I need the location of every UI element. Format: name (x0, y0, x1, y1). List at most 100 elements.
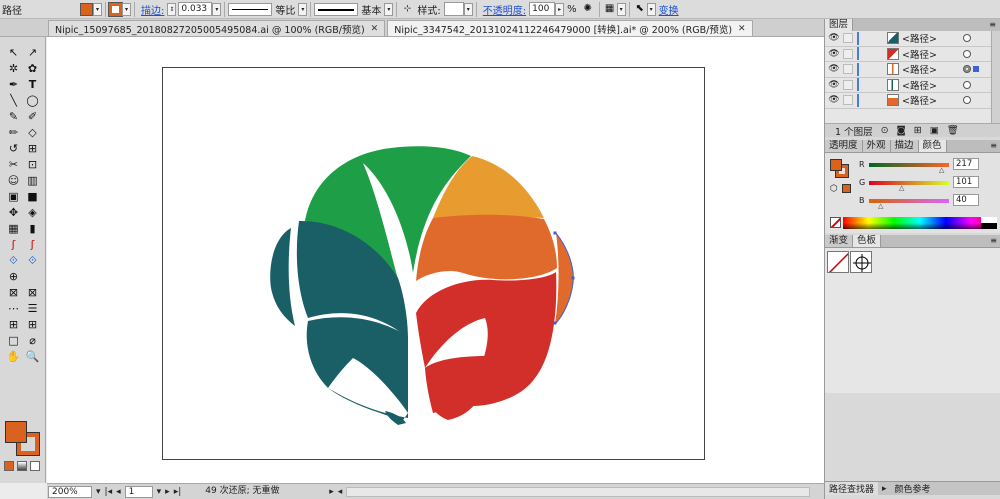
close-icon[interactable]: ✕ (371, 24, 379, 34)
last-artboard-icon[interactable]: ▸| (174, 487, 182, 497)
tab-pathfinder[interactable]: 路径查找器 (825, 482, 879, 495)
select-similar-dropdown-icon[interactable]: ▾ (646, 2, 656, 16)
tab-color[interactable]: 颜色 (918, 140, 947, 152)
brush-dropdown-icon[interactable]: ▾ (384, 2, 394, 16)
anchor-tool-icon[interactable]: ⟐ (4, 253, 23, 269)
none-color-swatch[interactable] (830, 217, 841, 228)
artboard-tool-icon[interactable]: ⊞ (23, 317, 42, 333)
layer-row[interactable]: 👁 <路径> (825, 47, 1000, 62)
web-safe-swatch[interactable] (842, 184, 851, 193)
profile-dropdown-icon[interactable]: ▾ (298, 2, 308, 16)
lock-toggle[interactable] (843, 79, 853, 90)
g-slider[interactable] (869, 181, 949, 185)
shape-builder-tool-icon[interactable]: ☺ (4, 173, 23, 189)
scale-tool-icon[interactable]: ⊞ (23, 141, 42, 157)
black-white-swatch[interactable] (981, 217, 997, 229)
column-graph-tool-icon[interactable]: ▮ (23, 221, 42, 237)
opacity-field[interactable]: 100 (529, 2, 556, 16)
pencil-tool-icon[interactable]: ✐ (23, 109, 42, 125)
paintbrush-tool-icon[interactable]: ✎ (4, 109, 23, 125)
tab-transparency[interactable]: 透明度 (825, 140, 863, 152)
teal-lower-leaf-shape[interactable] (306, 317, 408, 420)
new-layer-icon[interactable]: ▣ (930, 125, 939, 136)
layer-row[interactable]: 👁 <路径> (825, 78, 1000, 93)
eye-icon[interactable]: 👁 (828, 33, 840, 43)
anchor-point[interactable] (553, 231, 557, 235)
red-leaf-shape[interactable] (416, 272, 557, 413)
tab-color-guide[interactable]: 颜色参考 (891, 482, 935, 495)
opacity-link[interactable]: 不透明度: (480, 2, 529, 17)
shape-builder-icon[interactable]: ⊹ (400, 1, 414, 17)
eye-icon[interactable]: 👁 (828, 49, 840, 59)
fill-color-box[interactable] (5, 421, 27, 443)
target-circle-icon[interactable] (963, 80, 971, 89)
gradient-mode-button[interactable] (17, 461, 27, 471)
lock-toggle[interactable] (843, 95, 853, 106)
distort-tool-icon[interactable]: ⊠ (23, 285, 42, 301)
opacity-dropdown-icon[interactable]: ▸ (555, 2, 565, 16)
selection-tool-icon[interactable]: ↖ (4, 45, 23, 61)
transform-link[interactable]: 变换 (656, 2, 682, 17)
reshape-tool-icon[interactable]: ʃ (23, 237, 42, 253)
lock-toggle[interactable] (843, 48, 853, 59)
blend-tool-icon[interactable]: ◈ (23, 205, 42, 221)
fill-swatch[interactable] (80, 2, 93, 16)
layers-scrollbar[interactable] (991, 31, 1000, 137)
eye-icon[interactable]: 👁 (828, 95, 840, 105)
type-tool-icon[interactable]: T (23, 77, 42, 93)
align-dropdown-icon[interactable]: ▾ (616, 2, 626, 16)
canvas[interactable] (47, 37, 824, 483)
tree-logo-artwork[interactable] (163, 68, 706, 461)
eye-icon[interactable]: 👁 (828, 80, 840, 90)
orange-leaf-shape[interactable] (416, 214, 557, 281)
direct-selection-tool-icon[interactable]: ↗ (23, 45, 42, 61)
lock-toggle[interactable] (843, 64, 853, 75)
none-swatch[interactable] (827, 251, 849, 273)
stroke-swatch[interactable] (108, 1, 123, 17)
panel-menu-icon[interactable]: ≡ (990, 236, 997, 245)
panel-menu-icon[interactable]: ≡ (989, 20, 996, 29)
teal-outer-leaf-shape[interactable] (270, 228, 295, 326)
color-mode-button[interactable] (4, 461, 14, 471)
ellipse-tool-icon[interactable]: ◯ (23, 93, 42, 109)
magic-wand-tool-icon[interactable]: ✲ (4, 61, 23, 77)
warp-tool-icon[interactable]: ✂ (4, 157, 23, 173)
r-value-field[interactable]: 217 (953, 158, 979, 170)
stroke-weight-dropdown-icon[interactable]: ▾ (212, 2, 222, 16)
smooth-tool-icon[interactable]: ⟐ (23, 253, 42, 269)
fill-color-swatch[interactable] (830, 159, 842, 171)
blob-brush-tool-icon[interactable]: ✏ (4, 125, 23, 141)
first-artboard-icon[interactable]: |◂ (105, 487, 113, 497)
next-artboard-icon[interactable]: ▸ (165, 487, 170, 497)
crystallize-tool-icon[interactable]: ⋯ (4, 301, 23, 317)
gradient-tool-icon[interactable]: ■ (23, 189, 42, 205)
status-menu-icon[interactable]: ▸ (329, 487, 334, 497)
make-clipping-mask-icon[interactable]: ◙ (897, 125, 906, 136)
hand-tool-icon[interactable]: ✋ (4, 349, 23, 365)
artboard[interactable] (162, 67, 705, 460)
style-swatch[interactable] (443, 2, 464, 16)
selection-indicator[interactable] (973, 66, 979, 73)
symbol-sprayer-tool-icon[interactable]: ▦ (4, 221, 23, 237)
target-circle-icon[interactable] (963, 49, 971, 58)
registration-swatch[interactable] (850, 251, 872, 273)
document-tab-1[interactable]: Nipic_15097685_20180827205005495084.ai @… (48, 20, 386, 36)
width-tool-icon[interactable]: ʃ (4, 237, 23, 253)
brush-preview[interactable] (314, 2, 359, 16)
mesh-tool-icon[interactable]: ▣ (4, 189, 23, 205)
scroll-left-icon[interactable]: ◂ (338, 487, 343, 497)
target-circle-icon[interactable] (963, 65, 971, 74)
anchor-point[interactable] (571, 276, 575, 280)
r-slider[interactable] (869, 163, 949, 167)
eyedropper-tool-icon[interactable]: ✥ (4, 205, 23, 221)
artboard-number-field[interactable]: 1 (124, 485, 153, 498)
new-sublayer-icon[interactable]: ⊞ (914, 125, 922, 136)
tab-gradient[interactable]: 渐变 (825, 235, 854, 247)
b-value-field[interactable]: 40 (953, 194, 979, 206)
locate-object-icon[interactable]: ⊙ (881, 125, 889, 136)
anchor-point[interactable] (553, 321, 557, 325)
zoom-tool-icon[interactable]: 🔍 (23, 349, 42, 365)
pen-tool-icon[interactable]: ✒ (4, 77, 23, 93)
panel-close-icon[interactable]: ▸ (878, 484, 891, 494)
line-tool-icon[interactable]: ╲ (4, 93, 23, 109)
